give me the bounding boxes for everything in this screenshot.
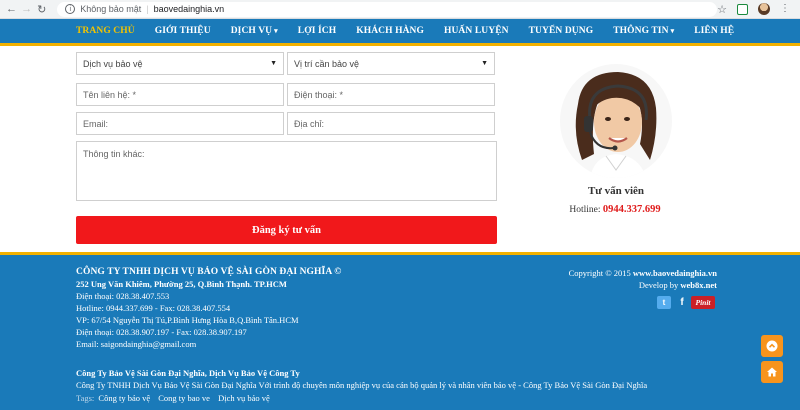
seo-title: Công Ty Bảo Vệ Sài Gòn Đại Nghĩa, Dịch V… — [76, 368, 300, 378]
company-email[interactable]: Email: saigondainghia@gmail.com — [76, 339, 196, 349]
address-placeholder: Địa chỉ: — [294, 118, 325, 129]
develop-prefix: Develop by — [638, 280, 679, 290]
tags-label: Tags: — [76, 393, 95, 403]
consultant-photo — [560, 64, 672, 178]
security-label: Không bảo mật — [80, 4, 142, 14]
company-phone: Điện thoại: 028.38.407.553 — [76, 291, 170, 301]
menu-kebab-icon[interactable]: ⋮ — [780, 4, 790, 14]
info-icon[interactable]: i — [65, 4, 76, 14]
register-consult-button[interactable]: Đăng ký tư vấn — [76, 216, 497, 244]
tag-link[interactable]: Cong ty bao ve — [158, 393, 210, 403]
chevron-up-circle-icon — [766, 340, 778, 352]
other-info-placeholder: Thông tin khác: — [83, 149, 145, 159]
profile-avatar[interactable] — [758, 3, 771, 15]
bookmark-star-icon[interactable]: ☆ — [717, 3, 727, 16]
copyright-site[interactable]: www.baovedainghia.vn — [633, 268, 717, 278]
pinterest-icon[interactable]: Pinit — [691, 296, 715, 309]
email-field[interactable]: Email: — [76, 112, 284, 135]
company-name: CÔNG TY TNHH DỊCH VỤ BẢO VỆ SÀI GÒN ĐẠI … — [76, 267, 342, 277]
office-phone: Điện thoại: 028.38.907.197 - Fax: 028.38… — [76, 327, 247, 337]
seo-description: Công Ty TNHH Dịch Vụ Bảo Vệ Sài Gòn Đại … — [76, 380, 648, 390]
home-icon — [767, 367, 777, 377]
hotline-label: Hotline: — [569, 205, 601, 215]
contact-name-field[interactable]: Tên liên hệ: * — [76, 83, 284, 106]
position-select-value: Vị trí cần bảo vệ — [294, 58, 360, 69]
home-button[interactable] — [761, 361, 783, 383]
email-placeholder: Email: — [83, 118, 109, 129]
forward-arrow-icon[interactable]: → — [19, 1, 34, 17]
nav-item-thong-tin[interactable]: THÔNG TIN ▾ — [613, 26, 674, 36]
office-address: VP: 67/54 Nguyễn Thị Tú,P.Bình Hưng Hòa … — [76, 315, 299, 325]
extension-icon[interactable] — [737, 3, 749, 15]
dropdown-arrow-icon: ▼ — [481, 60, 488, 67]
address-field[interactable]: Địa chỉ: — [287, 112, 495, 135]
browser-toolbar: ← → ↻ i Không bảo mật | baovedainghia.vn… — [0, 0, 800, 19]
back-arrow-icon[interactable]: ← — [4, 1, 19, 17]
nav-item-dich-vu[interactable]: DỊCH VỤ ▾ — [231, 26, 278, 36]
tags-row: Tags: Công ty bảo vệ Cong ty bao ve Dịch… — [76, 393, 274, 403]
reload-icon[interactable]: ↻ — [34, 1, 49, 17]
other-info-textarea[interactable]: Thông tin khác: — [76, 141, 497, 201]
main-navigation: TRANG CHỦ GIỚI THIỆU DỊCH VỤ ▾ LỢI ÍCH KH… — [0, 19, 800, 46]
twitter-icon[interactable]: t — [657, 296, 671, 309]
nav-item-gioi-thieu[interactable]: GIỚI THIỆU — [155, 26, 211, 36]
developer-link[interactable]: web8x.net — [680, 280, 717, 290]
position-select[interactable]: Vị trí cần bảo vệ ▼ — [287, 52, 495, 75]
site-footer: CÔNG TY TNHH DỊCH VỤ BẢO VỆ SÀI GÒN ĐẠI … — [0, 252, 800, 410]
copyright-block: Copyright © 2015 www.baovedainghia.vn De… — [569, 267, 717, 291]
tag-link[interactable]: Dịch vụ bảo vệ — [218, 393, 270, 403]
nav-item-tuyen-dung[interactable]: TUYỂN DỤNG — [529, 26, 594, 36]
hotline: Hotline: 0944.337.699 — [540, 204, 690, 215]
nav-item-lien-he[interactable]: LIÊN HỆ — [694, 26, 734, 36]
address-bar[interactable]: i Không bảo mật | baovedainghia.vn — [57, 1, 718, 17]
contact-name-placeholder: Tên liên hệ: * — [83, 89, 137, 100]
url-text[interactable]: baovedainghia.vn — [154, 4, 225, 14]
nav-item-trang-chu[interactable]: TRANG CHỦ — [76, 26, 135, 36]
service-select[interactable]: Dịch vụ bảo vệ ▼ — [76, 52, 284, 75]
phone-placeholder: Điện thoại: * — [294, 89, 344, 100]
facebook-icon[interactable]: f — [676, 296, 688, 309]
company-address: 252 Ung Văn Khiêm, Phường 25, Q.Bình Thạ… — [76, 279, 287, 289]
scroll-top-button[interactable] — [761, 335, 783, 357]
nav-item-khach-hang[interactable]: KHÁCH HÀNG — [356, 26, 424, 36]
service-select-value: Dịch vụ bảo vệ — [83, 58, 143, 69]
company-hotline-fax: Hotline: 0944.337.699 - Fax: 028.38.407.… — [76, 303, 231, 313]
chevron-down-icon: ▾ — [274, 27, 278, 35]
nav-item-huan-luyen[interactable]: HUẤN LUYỆN — [444, 26, 509, 36]
url-separator: | — [146, 4, 149, 14]
hotline-number[interactable]: 0944.337.699 — [603, 204, 661, 215]
consultant-illustration — [575, 72, 657, 178]
tag-link[interactable]: Công ty bảo vệ — [98, 393, 150, 403]
copyright-prefix: Copyright © 2015 — [568, 268, 631, 278]
phone-field[interactable]: Điện thoại: * — [287, 83, 495, 106]
dropdown-arrow-icon: ▼ — [270, 60, 277, 67]
nav-item-loi-ich[interactable]: LỢI ÍCH — [298, 26, 336, 36]
consultant-title: Tư vấn viên — [587, 185, 645, 197]
chevron-down-icon: ▾ — [670, 27, 675, 35]
